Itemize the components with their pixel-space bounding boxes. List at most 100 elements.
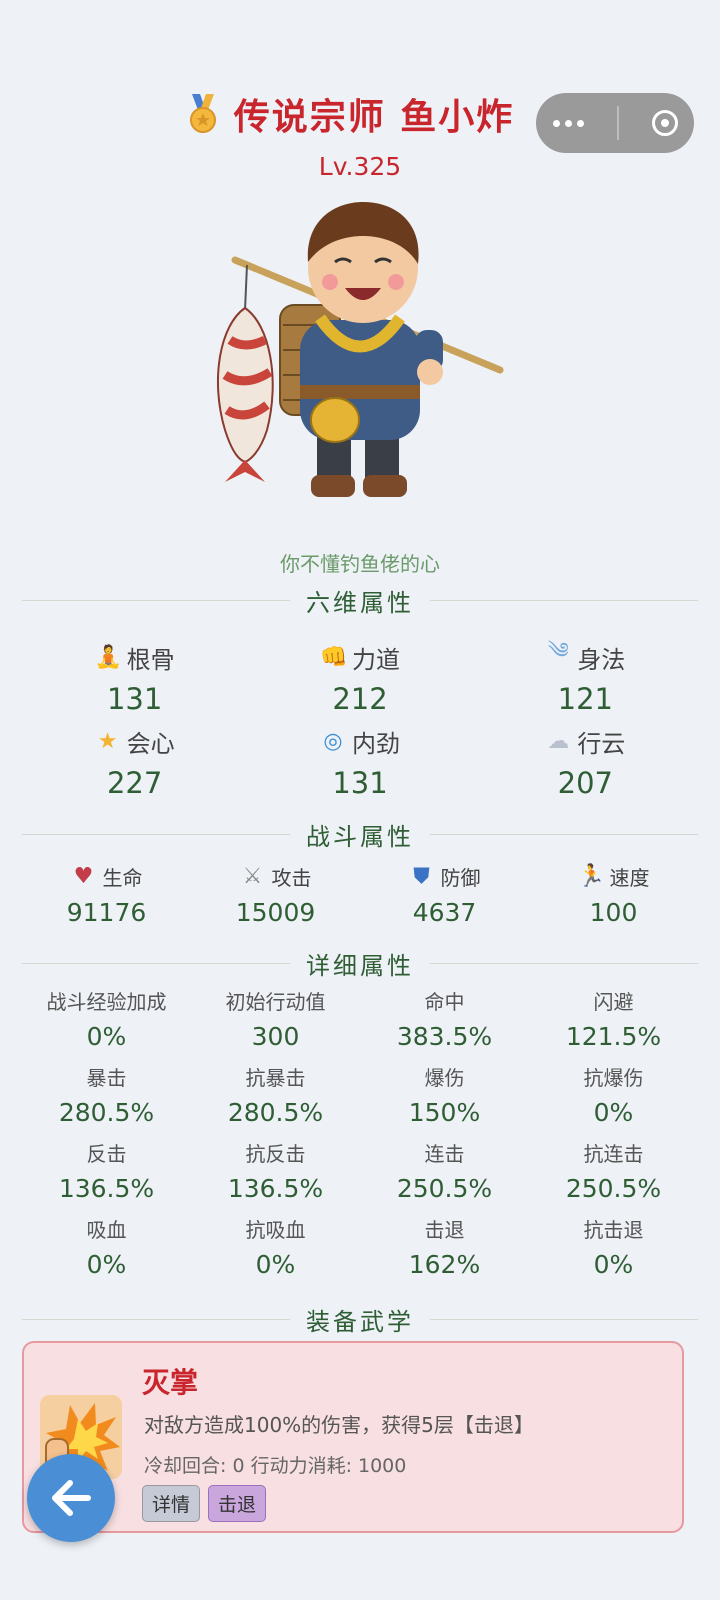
detail-label: 抗吸血 bbox=[245, 1218, 306, 1242]
detail-value: 162% bbox=[408, 1250, 481, 1279]
detail-label: 初始行动值 bbox=[225, 990, 326, 1014]
detail-value: 136.5% bbox=[227, 1174, 324, 1203]
detail-value: 280.5% bbox=[227, 1098, 324, 1127]
attr-value: 207 bbox=[557, 766, 613, 800]
detail-item: 暴击 280.5% bbox=[22, 1064, 191, 1134]
attr-label: 力道 bbox=[351, 645, 400, 674]
attr-huixin: ★ 会心 227 bbox=[22, 724, 247, 801]
detail-label: 吸血 bbox=[86, 1218, 127, 1242]
shield-icon: ⛊ bbox=[413, 863, 430, 889]
combat-value: 91176 bbox=[66, 898, 147, 927]
detail-item: 命中 383.5% bbox=[360, 988, 529, 1058]
arrow-left-icon bbox=[52, 1480, 91, 1516]
attr-label: 会心 bbox=[126, 729, 175, 758]
detail-attributes-grid: 战斗经验加成 0% 初始行动值 300 命中 383.5% 闪避 121.5% 暴击 28… bbox=[22, 988, 698, 1286]
combat-attributes-grid: ♥ 生命 91176 ⚔ 攻击 15009 ⛊ 防御 4637 🏃 速度 100 bbox=[22, 862, 698, 928]
attr-value: 227 bbox=[106, 766, 163, 800]
detail-item: 抗爆伤 0% bbox=[529, 1064, 698, 1134]
wind-icon: ༄ bbox=[547, 639, 569, 664]
combat-label: 防御 bbox=[440, 865, 481, 890]
details-tag-button[interactable]: 详情 bbox=[142, 1485, 201, 1522]
detail-value: 121.5% bbox=[565, 1022, 662, 1051]
detail-value: 0% bbox=[593, 1098, 634, 1127]
section-title-six: 六维属性 bbox=[306, 589, 414, 617]
profile-header: 传说宗师 鱼小炸 Lv.325 bbox=[0, 88, 720, 181]
section-divider-combat: 战斗属性 bbox=[22, 817, 698, 852]
detail-label: 命中 bbox=[424, 990, 465, 1014]
detail-item: 抗击退 0% bbox=[529, 1216, 698, 1286]
combat-label: 速度 bbox=[609, 865, 650, 890]
title-row: 传说宗师 鱼小炸 bbox=[0, 88, 720, 140]
detail-item: 初始行动值 300 bbox=[191, 988, 360, 1058]
cloud-icon: ☁ bbox=[547, 728, 570, 754]
detail-item: 连击 250.5% bbox=[360, 1140, 529, 1210]
attr-value: 212 bbox=[332, 682, 388, 716]
detail-value: 280.5% bbox=[58, 1098, 155, 1127]
section-title-skill: 装备武学 bbox=[306, 1308, 414, 1336]
section-divider-skill: 装备武学 bbox=[22, 1302, 698, 1337]
detail-label: 抗击退 bbox=[583, 1218, 644, 1242]
back-button[interactable] bbox=[27, 1454, 115, 1542]
character-avatar bbox=[216, 202, 504, 497]
section-title-combat: 战斗属性 bbox=[306, 823, 414, 851]
combat-label: 生命 bbox=[102, 865, 143, 890]
attr-shenfa: ༄ 身法 121 bbox=[473, 639, 698, 716]
detail-item: 战斗经验加成 0% bbox=[22, 988, 191, 1058]
combat-speed: 🏃 速度 100 bbox=[529, 862, 698, 928]
swirl-icon: ◎ bbox=[323, 728, 343, 754]
section-divider-six: 六维属性 bbox=[22, 583, 698, 618]
skill-tags: 详情 击退 bbox=[142, 1485, 267, 1522]
detail-value: 0% bbox=[86, 1250, 127, 1279]
character-motto: 你不懂钓鱼佬的心 bbox=[280, 552, 440, 576]
detail-label: 抗暴击 bbox=[245, 1066, 306, 1090]
detail-label: 爆伤 bbox=[424, 1066, 465, 1090]
detail-item: 抗暴击 280.5% bbox=[191, 1064, 360, 1134]
page-title: 传说宗师 鱼小炸 bbox=[233, 97, 515, 138]
detail-value: 136.5% bbox=[58, 1174, 155, 1203]
combat-defense: ⛊ 防御 4637 bbox=[360, 862, 529, 928]
knockback-tag[interactable]: 击退 bbox=[208, 1485, 267, 1522]
detail-value: 250.5% bbox=[396, 1174, 493, 1203]
attr-value: 121 bbox=[557, 682, 613, 716]
skill-description: 对敌方造成100%的伤害，获得5层【击退】 bbox=[144, 1413, 534, 1437]
skill-card[interactable]: 灭掌 对敌方造成100%的伤害，获得5层【击退】 冷却回合: 0 行动力消耗: … bbox=[22, 1341, 684, 1533]
detail-label: 击退 bbox=[424, 1218, 465, 1242]
star-icon: ★ bbox=[97, 728, 118, 754]
section-title-detail: 详细属性 bbox=[306, 952, 414, 980]
attr-neijin: ◎ 内劲 131 bbox=[247, 724, 472, 801]
attr-lidao: 👊 力道 212 bbox=[247, 640, 472, 717]
detail-label: 反击 bbox=[86, 1142, 127, 1166]
detail-value: 383.5% bbox=[396, 1022, 493, 1051]
detail-value: 150% bbox=[408, 1098, 481, 1127]
detail-value: 0% bbox=[86, 1022, 127, 1051]
swords-icon: ⚔ bbox=[242, 863, 263, 889]
skill-name: 灭掌 bbox=[142, 1366, 199, 1399]
detail-item: 闪避 121.5% bbox=[529, 988, 698, 1058]
detail-item: 抗反击 136.5% bbox=[191, 1140, 360, 1210]
combat-attack: ⚔ 攻击 15009 bbox=[191, 862, 360, 928]
combat-hp: ♥ 生命 91176 bbox=[22, 862, 191, 928]
detail-value: 0% bbox=[593, 1250, 634, 1279]
detail-label: 闪避 bbox=[593, 990, 634, 1014]
fist-icon: 👊 bbox=[319, 644, 348, 670]
heart-icon: ♥ bbox=[73, 863, 94, 889]
detail-label: 抗连击 bbox=[583, 1142, 644, 1166]
level-label: Lv.325 bbox=[318, 152, 402, 181]
section-divider-detail: 详细属性 bbox=[22, 946, 698, 981]
meditate-icon: 🧘 bbox=[94, 644, 123, 670]
detail-item: 反击 136.5% bbox=[22, 1140, 191, 1210]
attr-label: 身法 bbox=[577, 645, 626, 674]
detail-item: 爆伤 150% bbox=[360, 1064, 529, 1134]
combat-value: 4637 bbox=[412, 898, 477, 927]
detail-label: 战斗经验加成 bbox=[46, 990, 167, 1014]
detail-item: 抗连击 250.5% bbox=[529, 1140, 698, 1210]
detail-item: 抗吸血 0% bbox=[191, 1216, 360, 1286]
attr-xingyun: ☁ 行云 207 bbox=[473, 724, 698, 801]
runner-icon: 🏃 bbox=[577, 863, 605, 889]
detail-value: 250.5% bbox=[565, 1174, 662, 1203]
detail-label: 抗爆伤 bbox=[583, 1066, 644, 1090]
detail-label: 暴击 bbox=[86, 1066, 127, 1090]
combat-label: 攻击 bbox=[271, 865, 312, 890]
skill-cooldown-cost: 冷却回合: 0 行动力消耗: 1000 bbox=[144, 1455, 407, 1477]
medal-icon bbox=[189, 94, 216, 133]
